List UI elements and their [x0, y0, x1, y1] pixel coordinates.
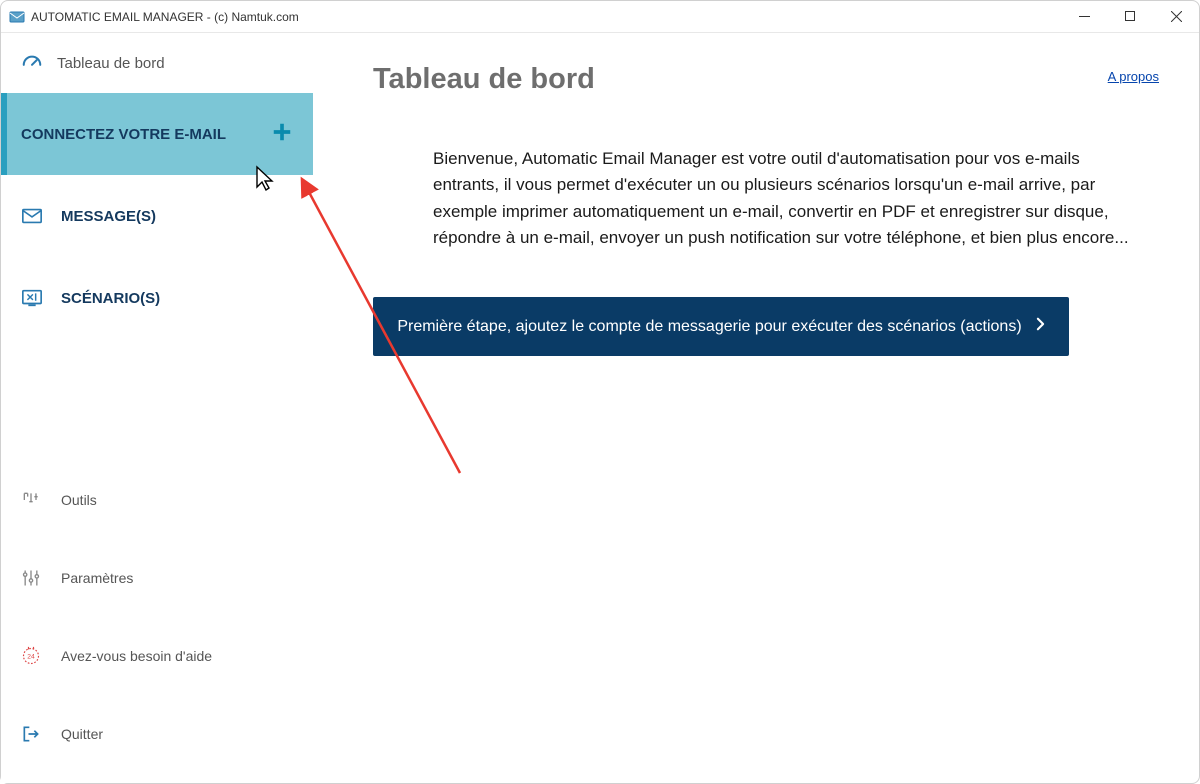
window-controls [1061, 1, 1199, 33]
minimize-button[interactable] [1061, 1, 1107, 33]
app-icon [9, 9, 25, 25]
scenario-icon [21, 287, 43, 309]
welcome-text: Bienvenue, Automatic Email Manager est v… [433, 146, 1133, 251]
help-icon: 24 [21, 646, 41, 666]
sidebar-item-label: Paramètres [61, 570, 133, 586]
sidebar-item-messages[interactable]: MESSAGE(S) [1, 175, 313, 257]
plus-icon[interactable] [271, 119, 293, 150]
svg-text:24: 24 [27, 654, 35, 661]
sidebar-header-label: Tableau de bord [57, 55, 165, 72]
title-bar: AUTOMATIC EMAIL MANAGER - (c) Namtuk.com [1, 1, 1199, 33]
dashboard-gauge-icon [21, 52, 43, 74]
window-title: AUTOMATIC EMAIL MANAGER - (c) Namtuk.com [31, 10, 299, 24]
page-title: Tableau de bord [373, 63, 595, 96]
sidebar-item-label: Outils [61, 492, 97, 508]
close-button[interactable] [1153, 1, 1199, 33]
sidebar-item-label: CONNECTEZ VOTRE E-MAIL [21, 126, 226, 143]
cta-label: Première étape, ajoutez le compte de mes… [397, 318, 1021, 336]
about-link[interactable]: A propos [1108, 69, 1159, 84]
sidebar: Tableau de bord CONNECTEZ VOTRE E-MAIL M… [1, 33, 313, 783]
sidebar-item-scenarios[interactable]: SCÉNARIO(S) [1, 257, 313, 339]
sidebar-item-label: SCÉNARIO(S) [61, 290, 160, 307]
sidebar-item-connect-email[interactable]: CONNECTEZ VOTRE E-MAIL [1, 93, 313, 175]
sidebar-primary-nav: CONNECTEZ VOTRE E-MAIL MESSAGE(S) SCÉNAR… [1, 93, 313, 339]
titlebar-left: AUTOMATIC EMAIL MANAGER - (c) Namtuk.com [9, 9, 299, 25]
maximize-icon [1125, 11, 1136, 22]
sidebar-item-tools[interactable]: Outils [1, 461, 313, 539]
maximize-button[interactable] [1107, 1, 1153, 33]
sidebar-item-quit[interactable]: Quitter [1, 695, 313, 773]
sidebar-item-label: Avez-vous besoin d'aide [61, 648, 212, 664]
sidebar-header-dashboard[interactable]: Tableau de bord [1, 33, 313, 93]
sidebar-item-help[interactable]: 24 Avez-vous besoin d'aide [1, 617, 313, 695]
sidebar-item-label: Quitter [61, 726, 103, 742]
sidebar-item-settings[interactable]: Paramètres [1, 539, 313, 617]
content-header: Tableau de bord A propos [373, 63, 1159, 96]
sidebar-spacer [1, 339, 313, 461]
quit-icon [21, 724, 41, 744]
close-icon [1171, 11, 1182, 22]
first-step-button[interactable]: Première étape, ajoutez le compte de mes… [373, 297, 1069, 356]
chevron-right-icon [1036, 317, 1045, 336]
minimize-icon [1079, 11, 1090, 22]
envelope-icon [21, 205, 43, 227]
main-content: Tableau de bord A propos Bienvenue, Auto… [313, 33, 1199, 783]
app-body: Tableau de bord CONNECTEZ VOTRE E-MAIL M… [1, 33, 1199, 783]
settings-icon [21, 568, 41, 588]
sidebar-secondary-nav: Outils Paramètres 24 Avez-vous besoin d'… [1, 461, 313, 783]
tools-icon [21, 490, 41, 510]
sidebar-item-label: MESSAGE(S) [61, 208, 156, 225]
